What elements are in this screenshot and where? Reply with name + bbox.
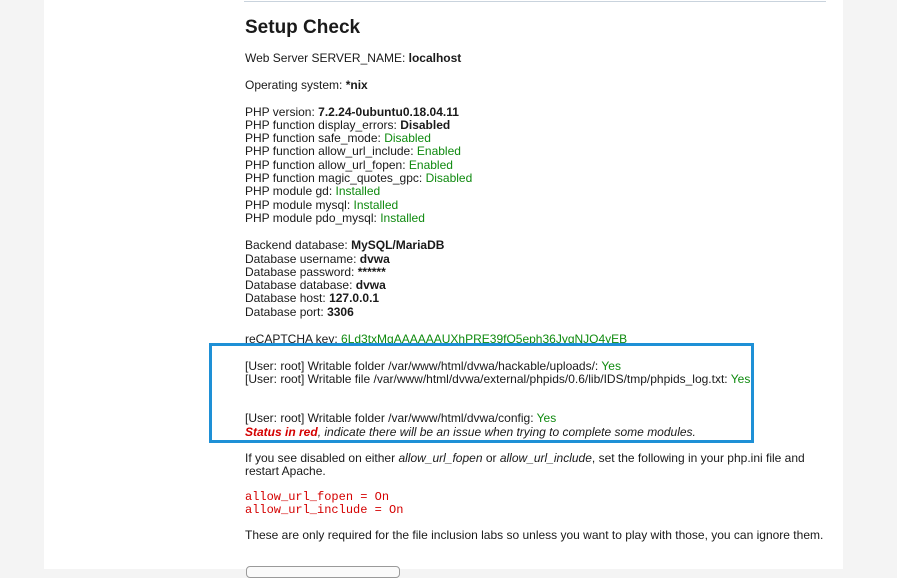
php-value: Disabled	[384, 131, 431, 146]
os-label: Operating system:	[245, 78, 346, 93]
php-value: Disabled	[425, 171, 473, 186]
php-label: PHP module gd:	[245, 184, 336, 199]
code-line: allow_url_include = On	[245, 502, 404, 517]
php-row: PHP function allow_url_fopen: Enabled	[245, 157, 835, 172]
create-database-button[interactable]	[246, 566, 400, 578]
php-label: PHP function allow_url_fopen:	[245, 157, 409, 172]
db-label: Database password:	[245, 264, 358, 279]
db-value: 127.0.0.1	[329, 291, 380, 306]
note-text: If you see disabled on either	[245, 451, 399, 466]
php-row: PHP version: 7.2.24-0ubuntu0.18.04.11	[245, 104, 835, 119]
php-label: PHP module pdo_mysql:	[245, 210, 381, 225]
php-ini-code: allow_url_fopen = On allow_url_include =…	[245, 489, 835, 517]
footer-note: These are only required for the file inc…	[245, 527, 824, 542]
database-section: Backend database: MySQL/MariaDB Database…	[245, 239, 835, 319]
server-name-value: localhost	[408, 51, 462, 65]
php-label: PHP module mysql:	[245, 197, 354, 212]
db-row: Database port: 3306	[245, 304, 835, 319]
php-row: PHP module gd: Installed	[245, 185, 835, 198]
main-page: Setup Check Web Server SERVER_NAME: loca…	[44, 0, 843, 578]
fopen-term: allow_url_fopen	[398, 451, 483, 466]
include-term: allow_url_include	[499, 451, 592, 466]
db-label: Database username:	[245, 251, 360, 266]
db-value: MySQL/MariaDB	[351, 238, 445, 253]
php-label: PHP version:	[245, 104, 319, 119]
db-value: ******	[357, 264, 386, 279]
db-value: 3306	[327, 304, 354, 319]
php-value: Disabled	[400, 117, 451, 132]
page-title: Setup Check	[245, 17, 361, 38]
db-label: Database database:	[245, 278, 356, 293]
php-value: Installed	[353, 197, 399, 212]
db-row: Backend database: MySQL/MariaDB	[245, 239, 835, 252]
db-label: Database port:	[245, 304, 328, 319]
php-value: Installed	[380, 210, 425, 225]
code-line: allow_url_fopen = On	[245, 489, 390, 504]
db-row: Database username: dvwa	[245, 251, 835, 266]
top-divider	[244, 1, 826, 2]
php-label: PHP function magic_quotes_gpc:	[245, 171, 426, 186]
db-value: dvwa	[359, 251, 390, 266]
setup-check-content: Setup Check Web Server SERVER_NAME: loca…	[245, 14, 835, 542]
server-name-label: Web Server SERVER_NAME:	[245, 51, 409, 65]
php-row: PHP module pdo_mysql: Installed	[245, 210, 835, 225]
db-row: Database host: 127.0.0.1	[245, 292, 835, 305]
disabled-note: If you see disabled on either allow_url_…	[245, 451, 835, 479]
php-row: PHP function safe_mode: Disabled	[245, 132, 835, 145]
db-row: Database database: dvwa	[245, 279, 835, 292]
note-text: or	[482, 451, 500, 466]
db-label: Database host:	[245, 291, 330, 306]
php-label: PHP function display_errors:	[245, 117, 401, 132]
highlight-box	[209, 343, 754, 443]
php-value: Installed	[335, 184, 381, 199]
php-label: PHP function allow_url_include:	[245, 144, 417, 159]
php-row: PHP function magic_quotes_gpc: Disabled	[245, 171, 835, 186]
os-row: Operating system: *nix	[245, 79, 835, 92]
db-label: Backend database:	[245, 238, 352, 253]
db-row: Database password: ******	[245, 264, 835, 279]
right-gutter	[843, 0, 897, 569]
server-name-row: Web Server SERVER_NAME: localhost	[245, 51, 835, 65]
php-row: PHP function display_errors: Disabled	[245, 117, 835, 132]
php-row: PHP function allow_url_include: Enabled	[245, 145, 835, 158]
os-value: *nix	[345, 78, 368, 93]
php-label: PHP function safe_mode:	[245, 131, 385, 146]
db-value: dvwa	[355, 278, 386, 293]
php-section: PHP version: 7.2.24-0ubuntu0.18.04.11 PH…	[245, 104, 835, 226]
php-value: 7.2.24-0ubuntu0.18.04.11	[318, 104, 459, 119]
php-row: PHP module mysql: Installed	[245, 197, 835, 212]
php-value: Enabled	[408, 157, 453, 172]
php-value: Enabled	[416, 144, 461, 159]
left-gutter	[0, 0, 44, 569]
